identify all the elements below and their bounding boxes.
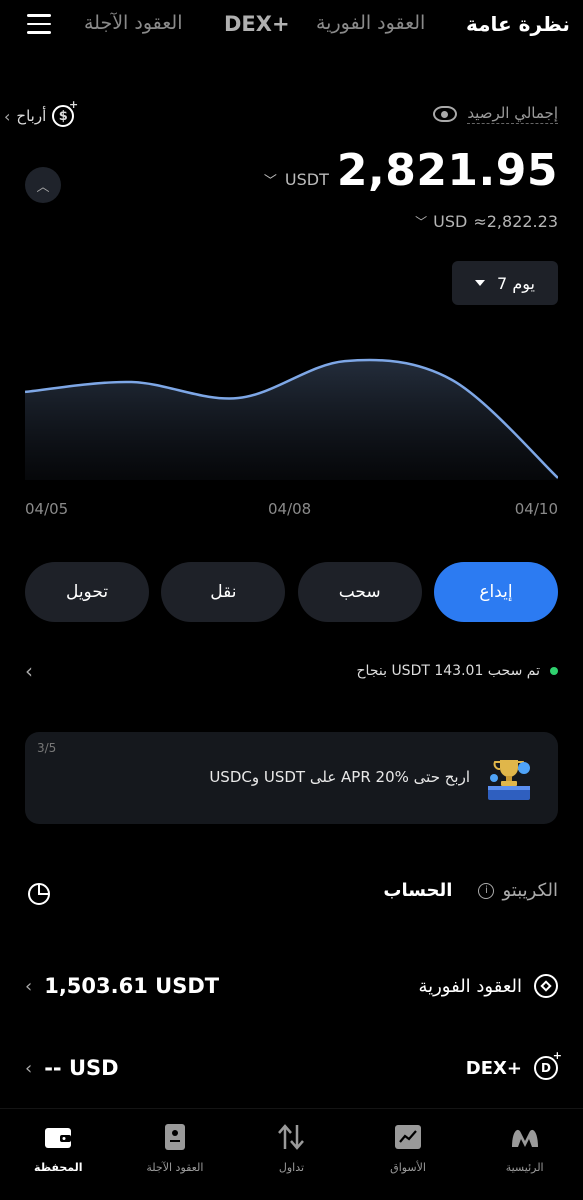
x-tick-label: 04/05 (25, 500, 69, 518)
markets-chart-icon (395, 1125, 422, 1149)
balance-amount: 2,821.95 (336, 145, 558, 196)
collapse-button[interactable]: ︿ (25, 167, 61, 203)
usd-currency[interactable]: USD (433, 212, 467, 231)
total-balance-label: إجمالي الرصيد (433, 104, 558, 124)
top-tabs: العقود الآجلة DEX+ العقود الفورية نظرة ع… (0, 0, 583, 56)
balance-currency[interactable]: USDT (285, 170, 329, 189)
tab-spot[interactable]: العقود الفورية (316, 12, 425, 34)
caret-down-icon (475, 280, 486, 286)
transfer-button[interactable]: نقل (161, 562, 286, 622)
withdraw-button[interactable]: سحب (297, 562, 422, 622)
period-selector[interactable]: 7 يوم (452, 261, 558, 305)
account-header: الكريبتو i الحساب (25, 876, 558, 912)
nav-home[interactable]: الرئيسية (480, 1109, 570, 1200)
info-icon[interactable]: i (478, 882, 495, 899)
trophy-icon (488, 760, 530, 800)
menu-icon[interactable] (27, 14, 51, 36)
promo-counter: 3/5 (37, 741, 57, 755)
nav-wallet[interactable]: المحفظة (13, 1109, 103, 1200)
chevron-down-icon[interactable]: ﹀ (415, 213, 427, 230)
document-icon (164, 1124, 185, 1150)
x-tick-label: 04/10 (514, 500, 558, 518)
earn-link[interactable]: ‹ أرباح $ (4, 98, 78, 131)
period-label: 7 يوم (497, 273, 535, 293)
x-tick-label: 04/08 (268, 500, 312, 518)
chevron-left-icon: ‹ (25, 1057, 33, 1079)
account-value: -- USD (44, 1056, 119, 1080)
chevron-left-icon: ‹ (25, 975, 33, 997)
chevron-down-icon[interactable]: ﹀ (264, 170, 277, 189)
account-name: DEX+ (465, 1057, 522, 1079)
trade-arrows-icon (278, 1124, 305, 1150)
chevron-left-icon: ‹ (4, 106, 11, 126)
nav-futures[interactable]: العقود الآجلة (130, 1109, 220, 1200)
bottom-nav: المحفظة العقود الآجلة تداول الأسواق الرئ… (0, 1108, 583, 1200)
tab-dex[interactable]: DEX+ (224, 12, 290, 36)
spot-icon (534, 974, 558, 998)
chart-area (25, 359, 558, 480)
account-value: 1,503.61 USDT (44, 974, 220, 998)
dollar-coin-icon: $ (52, 98, 78, 127)
action-buttons: تحويل نقل سحب إيداع (25, 562, 558, 622)
nav-trade[interactable]: تداول (246, 1109, 336, 1200)
usd-equivalent: ﹀ USD ≈2,822.23 (415, 212, 558, 231)
balance-amount-row: ﹀ USDT 2,821.95 (264, 145, 558, 196)
pie-chart-icon[interactable] (27, 882, 51, 906)
tab-futures[interactable]: العقود الآجلة (84, 12, 183, 34)
account-name: العقود الفورية (418, 975, 522, 997)
status-dot (550, 667, 558, 675)
tab-overview[interactable]: نظرة عامة (466, 12, 570, 36)
usd-amount: ≈2,822.23 (473, 212, 558, 231)
account-row-spot[interactable]: ‹ 1,503.61 USDT العقود الفورية (25, 966, 558, 1006)
earn-label: أرباح (16, 107, 47, 125)
tab-account[interactable]: الحساب (383, 880, 452, 901)
eye-icon[interactable] (433, 106, 458, 122)
dex-icon: D (534, 1049, 562, 1080)
wallet-icon (45, 1128, 72, 1148)
nav-markets[interactable]: الأسواق (363, 1109, 453, 1200)
withdraw-notice[interactable]: ‹ تم سحب 143.01 USDT بنجاح (25, 656, 558, 686)
tab-crypto[interactable]: الكريبتو i (478, 880, 558, 901)
balance-chart (25, 358, 558, 480)
chevron-up-icon: ︿ (36, 179, 50, 195)
account-row-dex[interactable]: ‹ -- USD D DEX+ (25, 1048, 562, 1088)
promo-card[interactable]: 3/5 اربح حتى APR 20% على USDT وUSDC (25, 732, 558, 824)
deposit-button[interactable]: إيداع (433, 562, 558, 622)
home-logo-icon (511, 1129, 538, 1147)
total-balance-text: إجمالي الرصيد (467, 104, 558, 124)
chevron-left-icon[interactable]: ‹ (25, 659, 33, 683)
promo-text: اربح حتى APR 20% على USDT وUSDC (209, 768, 470, 786)
convert-button[interactable]: تحويل (25, 562, 149, 622)
notice-text: تم سحب 143.01 USDT بنجاح (356, 663, 540, 679)
